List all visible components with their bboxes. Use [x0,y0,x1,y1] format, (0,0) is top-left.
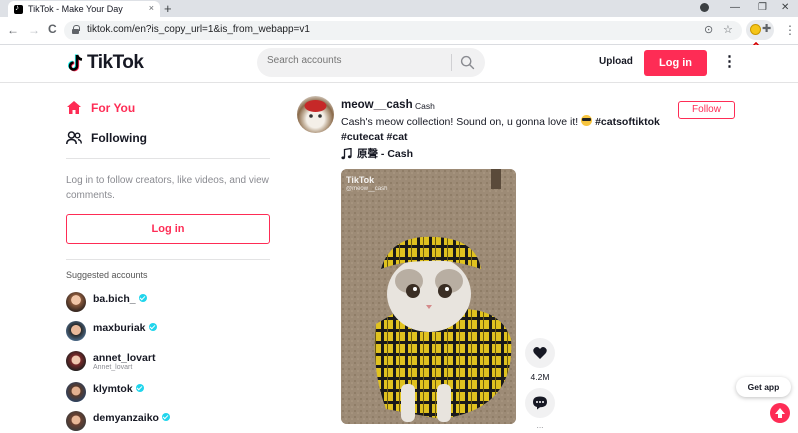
avatar [66,321,86,341]
tiktok-logo[interactable]: TikTok [68,52,144,74]
music-note-icon [341,147,352,159]
search-divider [451,54,452,71]
sidebar-item-for-you[interactable]: For You [66,100,135,115]
search-icon[interactable] [460,55,475,70]
suggested-accounts-title: Suggested accounts [66,270,148,280]
account-name: demyanzaiko [93,412,170,424]
url-text[interactable]: tiktok.com/en?is_copy_url=1&is_from_weba… [87,24,310,35]
puzzle-icon[interactable]: ✚ [762,22,771,35]
site-header: TikTok Upload Log in ⋮ [0,45,798,83]
window-close-button[interactable]: ✕ [781,2,789,13]
comment-count: ... [536,420,544,430]
login-prompt-text: Log in to follow creators, like videos, … [66,175,269,201]
search-input[interactable] [267,55,447,66]
caption-text: Cash's meow collection! Sound on, u gonn… [341,116,579,128]
lock-icon[interactable] [72,25,80,34]
tab-close-icon[interactable]: × [149,3,154,13]
sidebar-item-following[interactable]: Following [66,131,147,145]
account-name: klymtok [93,383,144,395]
video-watermark-handle: @meow__cash [346,186,388,192]
sidebar-login-button[interactable]: Log in [66,214,270,244]
account-name: annet_lovart [93,352,156,364]
browser-tab[interactable]: TikTok - Make Your Day × [8,1,160,17]
more-menu-icon[interactable]: ⋮ [722,52,737,70]
back-button[interactable]: ← [7,23,19,37]
post-music[interactable]: 原聲 - Cash [341,146,413,161]
suggested-account[interactable]: demyanzaiko [66,411,276,433]
post-caption: Cash's meow collection! Sound on, u gonn… [341,115,661,145]
hashtag-link[interactable]: #cat [387,131,408,143]
sunglasses-emoji-icon [581,115,593,126]
arrow-up-icon [775,408,785,418]
forward-button[interactable]: → [28,23,40,37]
sidebar-item-label: Following [91,131,147,145]
browser-tab-bar: TikTok - Make Your Day × + — ❐ ✕ [0,0,798,17]
post-username[interactable]: meow__cash [341,99,413,111]
comment-icon [533,396,547,410]
follow-button[interactable]: Follow [678,101,735,119]
video-player[interactable]: TikTok @meow__cash [341,169,516,424]
avatar [66,411,86,431]
verified-icon [161,413,170,421]
avatar-hat-icon [304,100,327,118]
search-bar [257,48,485,77]
install-app-icon[interactable]: ⊙ [704,23,713,36]
browser-menu-icon[interactable]: ⋮ [784,23,796,37]
address-bar[interactable]: tiktok.com/en?is_copy_url=1&is_from_weba… [64,21,742,40]
sidebar-divider [66,158,270,159]
verified-icon [138,294,147,302]
account-subtitle: Annet_lovart [93,364,133,371]
like-button[interactable] [525,338,555,368]
account-name: maxburiak [93,322,157,334]
tiktok-favicon-icon [14,3,23,14]
video-watermark: TikTok [346,175,375,185]
comment-button[interactable] [525,388,555,418]
browser-toolbar: ← → C tiktok.com/en?is_copy_url=1&is_fro… [0,17,798,45]
maximize-button[interactable]: ❐ [758,2,767,13]
suggested-account[interactable]: maxburiak [66,321,276,343]
cat-video-frame [341,169,516,424]
scroll-top-button[interactable] [770,403,790,423]
suggested-account[interactable]: annet_lovart Annet_lovart [66,351,276,373]
suggested-account[interactable]: klymtok [66,382,276,404]
profile-icon[interactable] [700,3,709,12]
hashtag-link[interactable]: #cutecat [341,131,384,143]
minimize-button[interactable]: — [730,2,740,13]
avatar [66,351,86,371]
hashtag-link[interactable]: #catsoftiktok [595,116,660,128]
verified-icon [148,323,157,331]
extensions-area: ✚ [746,20,774,40]
following-icon [66,131,82,145]
post-nickname: Cash [415,101,435,111]
post-author-avatar[interactable] [297,96,334,133]
reload-button[interactable]: C [48,22,57,36]
get-app-button[interactable]: Get app [736,377,791,397]
home-icon [67,101,81,114]
logo-text: TikTok [87,52,144,73]
sidebar-item-label: For You [91,100,136,115]
tab-title: TikTok - Make Your Day [28,4,123,14]
sidebar-divider [66,259,270,260]
avatar [66,292,86,312]
like-count: 4.2M [530,372,550,382]
upload-link[interactable]: Upload [599,56,633,67]
verified-icon [135,384,144,392]
music-title: 原聲 - Cash [357,148,414,160]
extension-icon[interactable] [750,24,761,35]
heart-icon [533,347,547,359]
suggested-account[interactable]: ba.bich_ [66,292,276,314]
header-login-button[interactable]: Log in [644,50,707,76]
bookmark-star-icon[interactable]: ☆ [723,23,733,36]
new-tab-button[interactable]: + [164,1,172,16]
tiktok-note-icon [68,54,83,72]
account-name: ba.bich_ [93,293,147,305]
avatar [66,382,86,402]
